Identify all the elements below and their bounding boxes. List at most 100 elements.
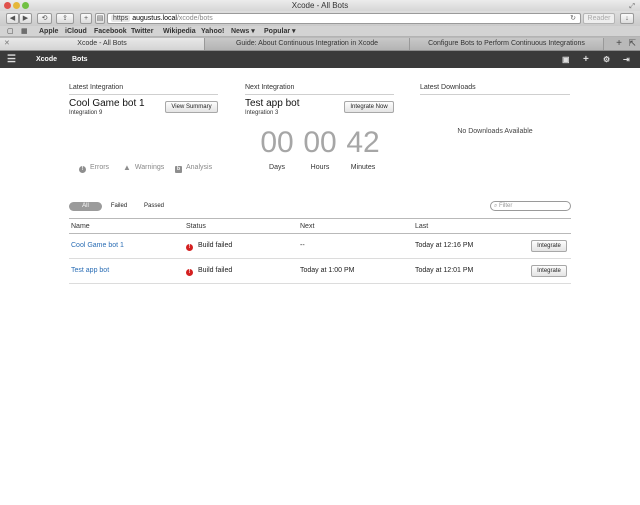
countdown-minutes: 42 bbox=[346, 126, 380, 159]
countdown-hours: 00 bbox=[303, 126, 337, 159]
tab-label: Guide: About Continuous Integration in X… bbox=[235, 40, 379, 47]
bookmark-twitter[interactable]: Twitter bbox=[131, 26, 153, 37]
errors-stat[interactable]: ! Errors bbox=[79, 164, 109, 173]
days-label: Days bbox=[269, 164, 285, 171]
countdown-days: 00 bbox=[260, 126, 294, 159]
new-tab-icon[interactable]: + bbox=[616, 37, 622, 50]
tab-xcode-all-bots[interactable]: ✕ Xcode - All Bots bbox=[0, 38, 205, 50]
sidebar-panel-icon[interactable]: ▣ bbox=[562, 51, 570, 68]
latest-bot-name: Cool Game bot 1 bbox=[69, 98, 145, 109]
url-scheme: https bbox=[111, 15, 131, 22]
address-bar[interactable]: https augustus.local/xcode/bots ↻ bbox=[107, 13, 581, 24]
bookmark-popular[interactable]: Popular ▾ bbox=[264, 26, 296, 37]
sidebar-toggle-icon[interactable]: ▤ bbox=[95, 13, 105, 24]
error-icon: ! bbox=[186, 269, 193, 276]
bookmark-wikipedia[interactable]: Wikipedia bbox=[163, 26, 196, 37]
bookmark-news[interactable]: News ▾ bbox=[231, 26, 255, 37]
browser-toolbar: ◀ ▶ ⟲ ⇪ + ▤ https augustus.local/xcode/bo… bbox=[0, 11, 640, 26]
next-integration-number: Integration 3 bbox=[245, 110, 279, 116]
status-cell: ! Build failed bbox=[186, 242, 232, 251]
bookmarks-bar: ▢ ▦ Apple iCloud Facebook Twitter Wikipe… bbox=[0, 26, 640, 37]
window-title: Xcode - All Bots bbox=[291, 1, 349, 10]
warnings-label: Warnings bbox=[134, 164, 165, 171]
window-titlebar: Xcode - All Bots ⤢ bbox=[0, 0, 640, 11]
forward-button[interactable]: ▶ bbox=[19, 13, 32, 24]
zoom-window-button[interactable] bbox=[22, 2, 29, 9]
table-top-rule bbox=[69, 218, 571, 219]
latest-integration-title: Latest Integration bbox=[69, 84, 218, 95]
warnings-stat[interactable]: ▲ Warnings bbox=[123, 163, 165, 172]
tab-label: Xcode - All Bots bbox=[77, 40, 127, 47]
col-header-next[interactable]: Next bbox=[300, 223, 314, 230]
close-tab-icon[interactable]: ✕ bbox=[4, 38, 10, 50]
tab-bar: ✕ Xcode - All Bots Guide: About Continuo… bbox=[0, 37, 640, 51]
latest-integration-number: Integration 9 bbox=[69, 110, 103, 116]
menu-icon[interactable]: ☰ bbox=[7, 51, 16, 68]
error-icon: ! bbox=[79, 166, 86, 173]
last-cell: Today at 12:01 PM bbox=[415, 267, 474, 274]
history-icon[interactable]: ⟲ bbox=[37, 13, 52, 24]
integrate-now-button[interactable]: Integrate Now bbox=[344, 101, 394, 113]
tab-configure-bots[interactable]: Configure Bots to Perform Continuous Int… bbox=[410, 38, 604, 50]
search-icon: ⌕ bbox=[494, 203, 498, 209]
url-path: /xcode/bots bbox=[176, 15, 213, 22]
nav-bots[interactable]: Bots bbox=[72, 51, 88, 68]
reload-icon[interactable]: ↻ bbox=[570, 14, 576, 23]
next-integration-title: Next Integration bbox=[245, 84, 394, 95]
filter-failed-button[interactable]: Failed bbox=[106, 202, 132, 211]
filter-all-button[interactable]: All bbox=[69, 202, 102, 211]
analysis-icon: b bbox=[175, 166, 182, 173]
no-downloads-message: No Downloads Available bbox=[457, 128, 533, 135]
col-header-status[interactable]: Status bbox=[186, 223, 206, 230]
latest-downloads-title: Latest Downloads bbox=[420, 84, 570, 95]
add-bot-icon[interactable]: + bbox=[583, 51, 589, 68]
url-host: augustus.local bbox=[132, 15, 177, 22]
share-icon[interactable]: ⇪ bbox=[56, 13, 74, 24]
add-bookmark-icon[interactable]: + bbox=[80, 13, 92, 24]
bot-name-link[interactable]: Test app bot bbox=[71, 267, 109, 274]
analysis-stat[interactable]: b Analysis bbox=[175, 164, 212, 173]
close-window-button[interactable] bbox=[4, 2, 11, 9]
view-summary-button[interactable]: View Summary bbox=[165, 101, 218, 113]
back-button[interactable]: ◀ bbox=[6, 13, 19, 24]
bot-name-link[interactable]: Cool Game bot 1 bbox=[71, 242, 124, 249]
tab-guide[interactable]: Guide: About Continuous Integration in X… bbox=[205, 38, 410, 50]
next-bot-name: Test app bot bbox=[245, 98, 300, 109]
gear-icon[interactable]: ⚙ bbox=[603, 51, 610, 68]
bookmark-apple[interactable]: Apple bbox=[39, 26, 58, 37]
filter-search-input[interactable]: ⌕ Filter bbox=[490, 201, 571, 211]
filter-placeholder: Filter bbox=[499, 203, 513, 209]
status-text: Build failed bbox=[198, 242, 233, 249]
minutes-label: Minutes bbox=[350, 164, 376, 171]
tab-label: Configure Bots to Perform Continuous Int… bbox=[428, 40, 585, 47]
bookmark-yahoo[interactable]: Yahoo! bbox=[201, 26, 224, 37]
logout-icon[interactable]: ⇥ bbox=[623, 51, 630, 68]
top-sites-icon[interactable]: ▦ bbox=[21, 26, 28, 37]
warning-icon: ▲ bbox=[123, 163, 131, 172]
row-divider bbox=[69, 283, 571, 284]
bookmark-icloud[interactable]: iCloud bbox=[65, 26, 87, 37]
table-header-rule bbox=[69, 233, 571, 234]
col-header-name[interactable]: Name bbox=[71, 223, 90, 230]
col-header-last[interactable]: Last bbox=[415, 223, 428, 230]
integrate-button[interactable]: Integrate bbox=[531, 240, 567, 252]
filter-passed-button[interactable]: Passed bbox=[139, 202, 169, 211]
downloads-icon[interactable]: ↓ bbox=[620, 13, 634, 24]
row-divider bbox=[69, 258, 571, 259]
status-text: Build failed bbox=[198, 267, 233, 274]
xcode-nav-bar: ☰ Xcode Bots ▣ + ⚙ ⇥ bbox=[0, 51, 640, 68]
nav-xcode[interactable]: Xcode bbox=[36, 51, 57, 68]
reading-list-icon[interactable]: ▢ bbox=[7, 26, 14, 37]
next-cell: -- bbox=[300, 242, 305, 249]
next-cell: Today at 1:00 PM bbox=[300, 267, 355, 274]
errors-label: Errors bbox=[90, 164, 110, 171]
bookmark-facebook[interactable]: Facebook bbox=[94, 26, 127, 37]
status-cell: ! Build failed bbox=[186, 267, 232, 276]
minimize-window-button[interactable] bbox=[13, 2, 20, 9]
integrate-button[interactable]: Integrate bbox=[531, 265, 567, 277]
tab-overview-icon[interactable]: ⇱ bbox=[628, 37, 636, 50]
reader-button[interactable]: Reader bbox=[583, 13, 615, 24]
analysis-label: Analysis bbox=[186, 164, 213, 171]
last-cell: Today at 12:16 PM bbox=[415, 242, 474, 249]
error-icon: ! bbox=[186, 244, 193, 251]
